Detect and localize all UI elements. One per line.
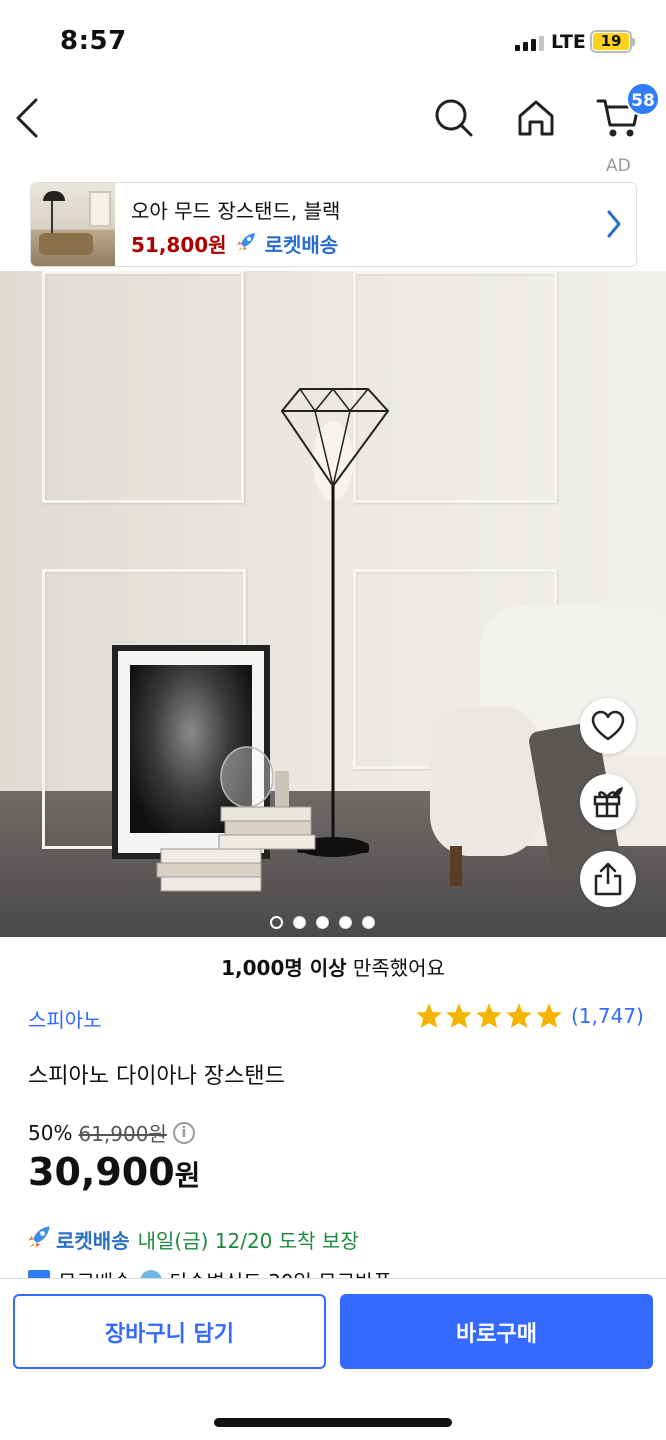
pagination-dot[interactable]	[316, 916, 329, 929]
ad-title: 오아 무드 장스탠드, 블랙	[131, 199, 341, 223]
cart-count-badge: 58	[626, 82, 660, 116]
network-type: LTE	[551, 31, 586, 53]
share-button[interactable]	[580, 851, 636, 907]
satisfaction-count: 1,000명 이상	[221, 956, 347, 980]
star-icon	[446, 1003, 472, 1028]
ad-banner[interactable]: 오아 무드 장스탠드, 블랙 51,800원 로켓배송	[30, 182, 637, 267]
ad-delivery-label: 로켓배송	[264, 233, 339, 257]
discount-rate: 50%	[28, 1120, 73, 1145]
satisfaction-suffix: 만족했어요	[346, 956, 445, 980]
rocket-icon	[26, 1224, 52, 1255]
add-to-cart-button[interactable]: 장바구니 담기	[13, 1294, 326, 1369]
signal-icon	[515, 35, 544, 51]
brand-link[interactable]: 스피아노	[28, 1004, 102, 1033]
buy-now-button[interactable]: 바로구매	[340, 1294, 653, 1369]
sale-price: 30,900원	[28, 1150, 200, 1194]
pagination-dot[interactable]	[362, 916, 375, 929]
sale-price-unit: 원	[174, 1159, 201, 1192]
ad-label: AD	[606, 156, 631, 176]
status-bar: 8:57 LTE 19	[0, 0, 666, 80]
heart-icon	[591, 710, 625, 741]
ad-price: 51,800원	[131, 233, 227, 257]
star-icon	[506, 1003, 532, 1028]
product-image[interactable]	[0, 271, 666, 937]
home-indicator[interactable]	[214, 1418, 452, 1427]
gift-button[interactable]	[580, 774, 636, 830]
wishlist-button[interactable]	[580, 698, 636, 754]
chevron-right-icon	[606, 209, 622, 243]
bottom-action-bar: 장바구니 담기 바로구매	[0, 1278, 666, 1440]
ad-price-row: 51,800원 로켓배송	[131, 229, 338, 258]
satisfaction-text: 1,000명 이상 만족했어요	[0, 952, 666, 981]
info-icon[interactable]: i	[172, 1121, 195, 1144]
delivery-arrival: 내일(금) 12/20 도착 보장	[137, 1229, 359, 1253]
discount-row: 50% 61,900원 i	[28, 1118, 195, 1147]
rocket-icon	[235, 231, 257, 257]
original-price: 61,900원	[78, 1122, 167, 1146]
armchair	[430, 606, 666, 886]
status-time: 8:57	[60, 26, 127, 56]
home-icon[interactable]	[512, 94, 560, 142]
ad-thumbnail	[31, 183, 115, 266]
star-icon	[476, 1003, 502, 1028]
top-nav	[0, 80, 666, 158]
pagination-dot[interactable]	[293, 916, 306, 929]
books-and-vase	[156, 746, 316, 892]
star-icon	[416, 1003, 442, 1028]
gallery-pagination	[270, 916, 375, 929]
product-title: 스피아노 다이아나 장스탠드	[28, 1064, 285, 1089]
back-icon[interactable]	[4, 94, 52, 142]
search-icon[interactable]	[430, 94, 478, 142]
battery-icon: 19	[590, 30, 635, 53]
gift-icon	[593, 787, 623, 818]
star-icon	[536, 1003, 562, 1028]
pagination-dot[interactable]	[270, 916, 283, 929]
review-count: (1,747)	[571, 1003, 644, 1028]
share-icon	[594, 862, 622, 896]
battery-level: 19	[593, 33, 629, 50]
rating[interactable]: (1,747)	[415, 1002, 644, 1029]
pagination-dot[interactable]	[339, 916, 352, 929]
sale-price-number: 30,900	[28, 1150, 175, 1194]
delivery-info: 로켓배송 내일(금) 12/20 도착 보장	[26, 1224, 359, 1255]
delivery-label: 로켓배송	[56, 1229, 130, 1253]
